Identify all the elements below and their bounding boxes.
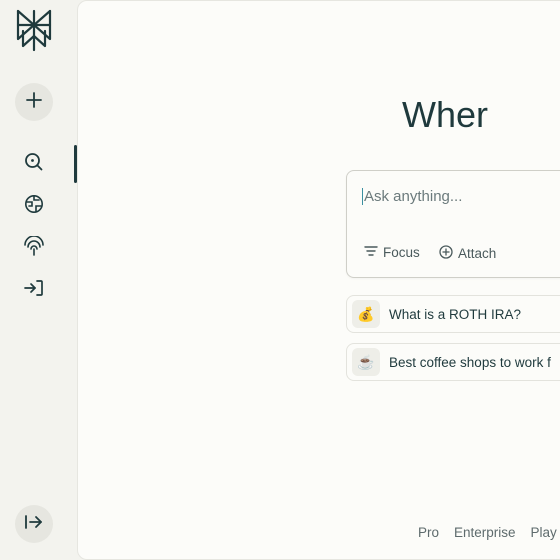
sidebar	[0, 0, 77, 560]
main-panel	[77, 0, 560, 560]
signal-icon	[23, 234, 45, 261]
expand-sidebar-icon	[24, 513, 44, 536]
suggestion-text: Best coffee shops to work f	[389, 354, 551, 370]
focus-label: Focus	[383, 245, 420, 260]
nav-spaces-button[interactable]	[22, 194, 46, 218]
coffee-icon: ☕	[352, 348, 380, 376]
suggestion-text: What is a ROTH IRA?	[389, 306, 522, 322]
footer-link-enterprise[interactable]: Enterprise	[454, 525, 516, 540]
search-input[interactable]	[362, 188, 560, 205]
search-icon	[24, 152, 44, 177]
nav-discover-button[interactable]	[22, 152, 46, 176]
nav-signin-button[interactable]	[22, 278, 46, 302]
footer-link-play[interactable]: Play	[531, 525, 557, 540]
page-headline: Wher	[402, 94, 489, 135]
plus-icon	[25, 91, 43, 114]
expand-sidebar-button[interactable]	[15, 505, 53, 543]
footer-link-pro[interactable]: Pro	[418, 525, 439, 540]
globe-icon	[24, 194, 44, 219]
money-bag-icon: 💰	[352, 300, 380, 328]
suggestion-chip[interactable]: ☕ Best coffee shops to work f	[346, 343, 560, 381]
nav-library-button[interactable]	[22, 234, 46, 261]
attach-button[interactable]: Attach	[439, 245, 496, 262]
new-thread-button[interactable]	[15, 83, 53, 121]
search-box[interactable]: Focus Attach	[346, 170, 560, 278]
filter-icon	[364, 245, 378, 260]
suggestion-chip[interactable]: 💰 What is a ROTH IRA?	[346, 295, 560, 333]
sign-in-icon	[23, 278, 45, 303]
perplexity-logo-icon[interactable]	[14, 9, 54, 52]
attach-label: Attach	[458, 246, 497, 261]
footer-links: Pro Enterprise Play	[418, 525, 557, 540]
focus-button[interactable]: Focus	[364, 245, 420, 260]
attach-plus-icon	[439, 245, 453, 262]
